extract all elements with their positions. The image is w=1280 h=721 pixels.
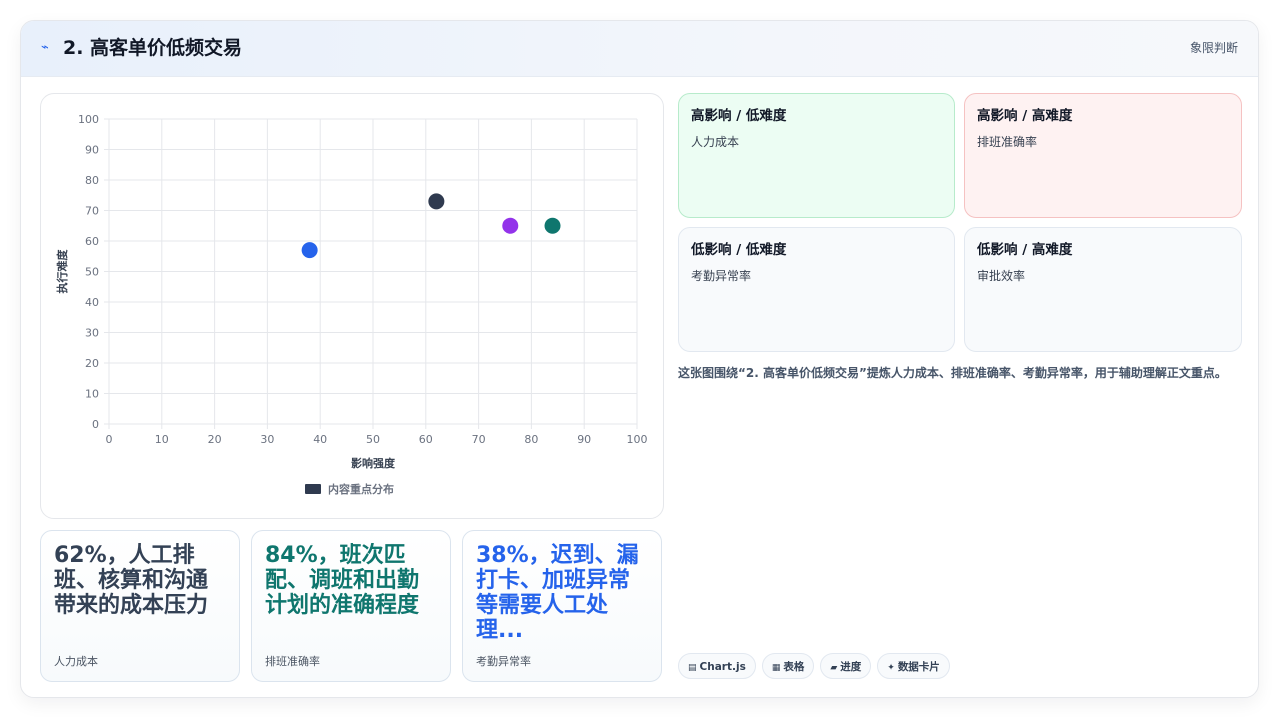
pulse-icon: ⌁ <box>41 40 49 55</box>
stat-value: 84%，班次匹配、调班和出勤计划的准确程度 <box>265 543 420 618</box>
chip-label: 进度 <box>840 661 862 673</box>
quadrant-low-impact-low-difficulty: 低影响 / 低难度 考勤异常率 <box>678 227 955 352</box>
stat-card-labor-cost: 62%，人工排班、核算和沟通带来的成本压力 人力成本 <box>40 530 240 682</box>
scatter-chart: 0 10 20 30 40 50 60 70 80 90 100 0 10 20 30 40 50 60 70 80 9… <box>55 113 648 496</box>
x-tick-label: 100 <box>627 433 648 446</box>
x-tick-label: 20 <box>208 433 222 446</box>
tag-chips: ▤ Chart.js ▦ 表格 ▰ 进度 ✦ 数据卡片 <box>678 653 956 681</box>
x-tick-label: 70 <box>472 433 486 446</box>
data-point <box>502 217 519 234</box>
y-tick-label: 0 <box>92 418 99 431</box>
x-tick-label: 0 <box>106 433 113 446</box>
stat-value: 38%，迟到、漏打卡、加班异常等需要人工处理... <box>476 543 639 643</box>
stat-label: 考勤异常率 <box>476 655 531 668</box>
x-tick-label: 10 <box>155 433 169 446</box>
stat-label: 人力成本 <box>54 655 98 668</box>
chip-data-card[interactable]: ✦ 数据卡片 <box>877 653 950 679</box>
chip-table[interactable]: ▦ 表格 <box>761 653 815 679</box>
quadrant-title: 高影响 / 低难度 <box>691 108 787 124</box>
section-header: ⌁ 2. 高客单价低频交易 象限判断 <box>21 21 1258 77</box>
x-tick-label: 90 <box>577 433 591 446</box>
chart-description: 这张图围绕“2. 高客单价低频交易”提炼人力成本、排班准确率、考勤异常率，用于辅… <box>678 366 1227 380</box>
y-tick-label: 30 <box>85 327 99 340</box>
table-icon: ▦ <box>771 663 781 673</box>
stat-label: 排班准确率 <box>265 655 320 668</box>
quadrant-low-impact-high-difficulty: 低影响 / 高难度 审批效率 <box>964 227 1242 352</box>
quadrant-high-impact-high-difficulty: 高影响 / 高难度 排班准确率 <box>964 93 1242 218</box>
content-card: ⌁ 2. 高客单价低频交易 象限判断 0 10 20 30 40 50 60 70 80 90 10… <box>20 20 1259 698</box>
quadrant-title: 低影响 / 低难度 <box>691 242 787 258</box>
quadrant-title: 高影响 / 高难度 <box>977 108 1073 124</box>
section-title: 2. 高客单价低频交易 <box>63 37 243 59</box>
section-tag: 象限判断 <box>1189 41 1238 55</box>
y-tick-label: 40 <box>85 296 99 309</box>
progress-icon: ▰ <box>830 663 838 673</box>
quadrant-item: 排班准确率 <box>977 135 1038 149</box>
y-tick-label: 90 <box>85 144 99 157</box>
x-tick-label: 60 <box>419 433 433 446</box>
data-point <box>544 217 561 234</box>
chip-label: 数据卡片 <box>897 661 940 673</box>
quadrant-item: 考勤异常率 <box>691 269 752 283</box>
stat-value: 62%，人工排班、核算和沟通带来的成本压力 <box>54 543 209 618</box>
chip-label: 表格 <box>783 661 805 673</box>
stat-card-schedule-accuracy: 84%，班次匹配、调班和出勤计划的准确程度 排班准确率 <box>251 530 451 682</box>
y-tick-label: 50 <box>85 266 99 279</box>
quadrant-item: 审批效率 <box>977 269 1026 283</box>
chart-icon: ▤ <box>688 663 697 673</box>
stat-card-attendance-anomaly: 38%，迟到、漏打卡、加班异常等需要人工处理... 考勤异常率 <box>462 530 662 682</box>
y-tick-label: 20 <box>85 357 99 370</box>
chip-label: Chart.js <box>699 661 746 673</box>
y-tick-label: 10 <box>85 388 99 401</box>
quadrant-item: 人力成本 <box>691 135 740 149</box>
y-tick-label: 70 <box>85 205 99 218</box>
chip-progress[interactable]: ▰ 进度 <box>820 653 872 679</box>
scatter-chart-panel: 0 10 20 30 40 50 60 70 80 90 100 0 10 20 30 40 50 60 70 80 9… <box>40 93 664 519</box>
x-tick-label: 80 <box>524 433 538 446</box>
x-axis-label: 影响强度 <box>351 456 396 470</box>
legend-label: 内容重点分布 <box>328 482 394 496</box>
y-tick-label: 100 <box>78 113 99 126</box>
x-tick-label: 30 <box>260 433 274 446</box>
chip-chartjs[interactable]: ▤ Chart.js <box>678 653 756 679</box>
sparkle-icon: ✦ <box>887 663 895 673</box>
y-axis-label: 执行难度 <box>55 249 69 294</box>
x-tick-label: 40 <box>313 433 327 446</box>
data-point <box>428 193 445 210</box>
quadrant-high-impact-low-difficulty: 高影响 / 低难度 人力成本 <box>678 93 955 218</box>
y-tick-label: 60 <box>85 235 99 248</box>
quadrant-title: 低影响 / 高难度 <box>977 242 1073 258</box>
data-point <box>301 242 318 259</box>
x-tick-label: 50 <box>366 433 380 446</box>
legend-swatch <box>305 484 321 494</box>
y-tick-label: 80 <box>85 174 99 187</box>
